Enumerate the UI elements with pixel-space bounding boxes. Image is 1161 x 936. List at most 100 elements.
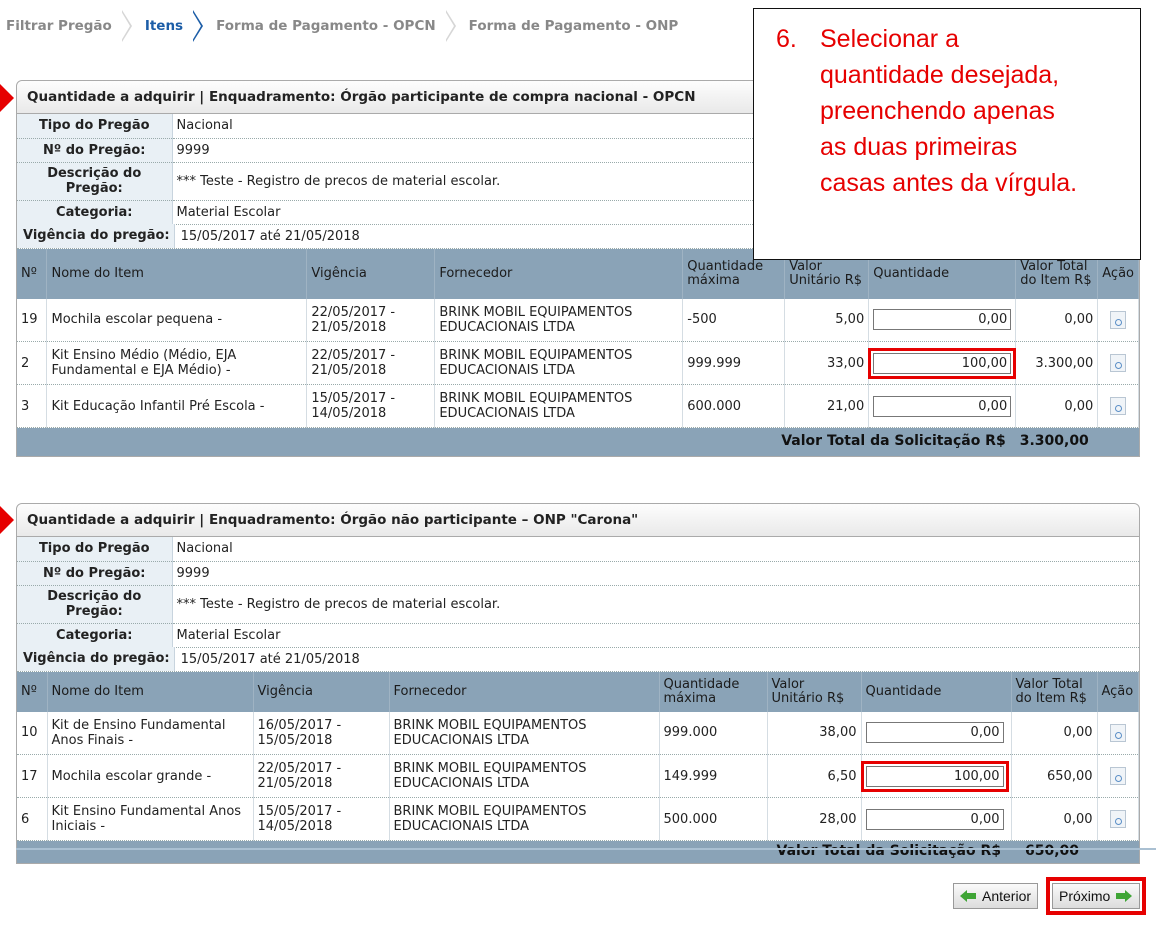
cell-quantidade: 100,00 (860, 754, 1012, 798)
cell-valor-unitario: 6,50 (767, 754, 862, 798)
breadcrumb-forma-pagamento-opcn[interactable]: Forma de Pagamento - OPCN (210, 10, 446, 42)
col-qtd-maxima: Quantidade máxima (659, 671, 768, 712)
cell-numero: 17 (17, 754, 48, 798)
cell-nome-item: Kit Educação Infantil Pré Escola - (46, 384, 308, 428)
view-details-icon[interactable] (1109, 767, 1126, 785)
cell-fornecedor: BRINK MOBIL EQUIPAMENTOS EDUCACIONAIS LT… (434, 384, 684, 428)
total-label: Valor Total da Solicitação R$ (17, 840, 1011, 863)
total-label: Valor Total da Solicitação R$ (17, 427, 1016, 456)
col-valor-total: Valor Total do Item R$ (1011, 671, 1098, 712)
col-acao: Ação (1097, 671, 1139, 712)
table-row: 19 Mochila escolar pequena - 22/05/2017 … (17, 298, 1139, 342)
col-quantidade: Quantidade (861, 671, 1012, 712)
label-categoria: Categoria: (17, 623, 173, 648)
cell-vigencia: 22/05/2017 - 21/05/2018 (253, 754, 390, 798)
cell-acao (1097, 298, 1139, 342)
view-details-icon[interactable] (1110, 310, 1127, 329)
quantidade-input[interactable]: 0,00 (865, 722, 1004, 744)
cell-nome-item: Mochila escolar pequena - (46, 298, 308, 342)
col-fornecedor: Fornecedor (434, 248, 684, 299)
cell-numero: 10 (17, 711, 48, 755)
cell-acao (1097, 797, 1139, 841)
arrow-left-icon (960, 890, 976, 902)
table-row: 3 Kit Educação Infantil Pré Escola - 15/… (17, 384, 1139, 428)
view-details-icon[interactable] (1110, 397, 1127, 415)
cell-fornecedor: BRINK MOBIL EQUIPAMENTOS EDUCACIONAIS LT… (389, 754, 660, 798)
cell-valor-total: 0,00 (1015, 298, 1099, 342)
callout-text: as duas primeiras (820, 133, 1018, 161)
total-value: 650,00 (1011, 840, 1139, 863)
total-value: 3.300,00 (1015, 427, 1139, 456)
callout-number: 6. (776, 25, 797, 53)
view-details-icon[interactable] (1109, 810, 1126, 828)
cell-fornecedor: BRINK MOBIL EQUIPAMENTOS EDUCACIONAIS LT… (389, 797, 660, 841)
col-valor-unitario: Valor Unitário R$ (767, 671, 862, 712)
value-numero-pregao: 9999 (172, 561, 1139, 586)
cell-acao (1097, 754, 1139, 798)
view-details-icon[interactable] (1109, 723, 1126, 742)
quantidade-input[interactable]: 100,00 (868, 347, 1017, 379)
label-tipo-pregao: Tipo do Pregão (17, 114, 173, 139)
cell-numero: 6 (17, 797, 48, 841)
quantidade-input[interactable]: 100,00 (860, 760, 1009, 792)
col-nome-item: Nome do Item (47, 671, 254, 712)
cell-numero: 19 (17, 298, 48, 342)
cell-nome-item: Kit Ensino Fundamental Anos Iniciais - (47, 797, 254, 841)
col-nome-item: Nome do Item (46, 248, 308, 299)
value-vigencia: 15/05/2017 até 21/05/2018 (180, 228, 360, 244)
quantidade-input[interactable]: 0,00 (873, 395, 1012, 417)
value-tipo-pregao: Nacional (172, 537, 1139, 562)
cell-fornecedor: BRINK MOBIL EQUIPAMENTOS EDUCACIONAIS LT… (434, 341, 684, 385)
items-table: Nº Nome do Item Vigência Fornecedor Quan… (17, 671, 1139, 863)
col-fornecedor: Fornecedor (389, 671, 660, 712)
anterior-button[interactable]: Anterior (953, 883, 1038, 909)
cell-valor-unitario: 5,00 (784, 298, 870, 342)
proximo-button[interactable]: Próximo (1046, 877, 1146, 915)
total-row: Valor Total da Solicitação R$ 3.300,00 (17, 427, 1139, 456)
breadcrumb-separator (444, 10, 457, 42)
breadcrumb-itens[interactable]: Itens (139, 10, 193, 42)
cell-qtd-maxima: 500.000 (659, 797, 768, 841)
cell-valor-unitario: 28,00 (767, 797, 862, 841)
breadcrumb-filtrar-pregao[interactable]: Filtrar Pregão (0, 10, 122, 42)
panel-onp: Quantidade a adquirir | Enquadramento: Ó… (16, 503, 1140, 864)
breadcrumb-separator (192, 10, 204, 42)
label-numero-pregao: Nº do Pregão: (17, 138, 173, 163)
table-row: 17 Mochila escolar grande - 22/05/2017 -… (17, 754, 1139, 798)
cell-quantidade: 0,00 (868, 298, 1017, 342)
total-row: Valor Total da Solicitação R$ 650,00 (17, 840, 1139, 863)
col-vigencia: Vigência (253, 671, 390, 712)
table-row: 2 Kit Ensino Médio (Médio, EJA Fundament… (17, 341, 1139, 385)
quantidade-input[interactable]: 0,00 (873, 309, 1012, 331)
footer-divider (16, 848, 1156, 850)
cell-nome-item: Mochila escolar grande - (47, 754, 254, 798)
quantidade-input[interactable]: 0,00 (865, 808, 1004, 830)
view-details-icon[interactable] (1110, 354, 1127, 372)
cell-qtd-maxima: -500 (682, 298, 786, 342)
callout-text: casas antes da vírgula. (820, 169, 1078, 197)
col-numero: Nº (17, 248, 48, 299)
table-row: 6 Kit Ensino Fundamental Anos Iniciais -… (17, 797, 1139, 841)
cell-valor-unitario: 33,00 (784, 341, 870, 385)
red-arrow-marker (0, 506, 14, 534)
col-vigencia: Vigência (306, 248, 436, 299)
table-header: Nº Nome do Item Vigência Fornecedor Quan… (17, 671, 1139, 712)
vigencia-row: Vigência do pregão: 15/05/2017 até 21/05… (17, 647, 1139, 672)
pregao-info-table: Tipo do Pregão Nacional Nº do Pregão: 9999… (17, 537, 1139, 648)
cell-qtd-maxima: 999.999 (682, 341, 786, 385)
cell-qtd-maxima: 600.000 (682, 384, 786, 428)
label-descricao-pregao: Descrição do Pregão: (17, 162, 173, 201)
breadcrumb-forma-pagamento-onp[interactable]: Forma de Pagamento - ONP (463, 10, 689, 42)
cell-numero: 2 (17, 341, 48, 385)
label-numero-pregao: Nº do Pregão: (17, 561, 173, 586)
label-vigencia: Vigência do pregão: (17, 224, 175, 248)
cell-vigencia: 16/05/2017 - 15/05/2018 (253, 711, 390, 755)
panel-title: Quantidade a adquirir | Enquadramento: Ó… (17, 504, 1139, 537)
cell-vigencia: 15/05/2017 - 14/05/2018 (306, 384, 436, 428)
cell-valor-unitario: 38,00 (767, 711, 862, 755)
table-row: 10 Kit de Ensino Fundamental Anos Finais… (17, 711, 1139, 755)
cell-fornecedor: BRINK MOBIL EQUIPAMENTOS EDUCACIONAIS LT… (389, 711, 660, 755)
instruction-callout: 6. Selecionar a quantidade desejada, pree… (753, 8, 1141, 260)
cell-quantidade: 0,00 (861, 797, 1012, 841)
cell-valor-total: 650,00 (1011, 754, 1098, 798)
